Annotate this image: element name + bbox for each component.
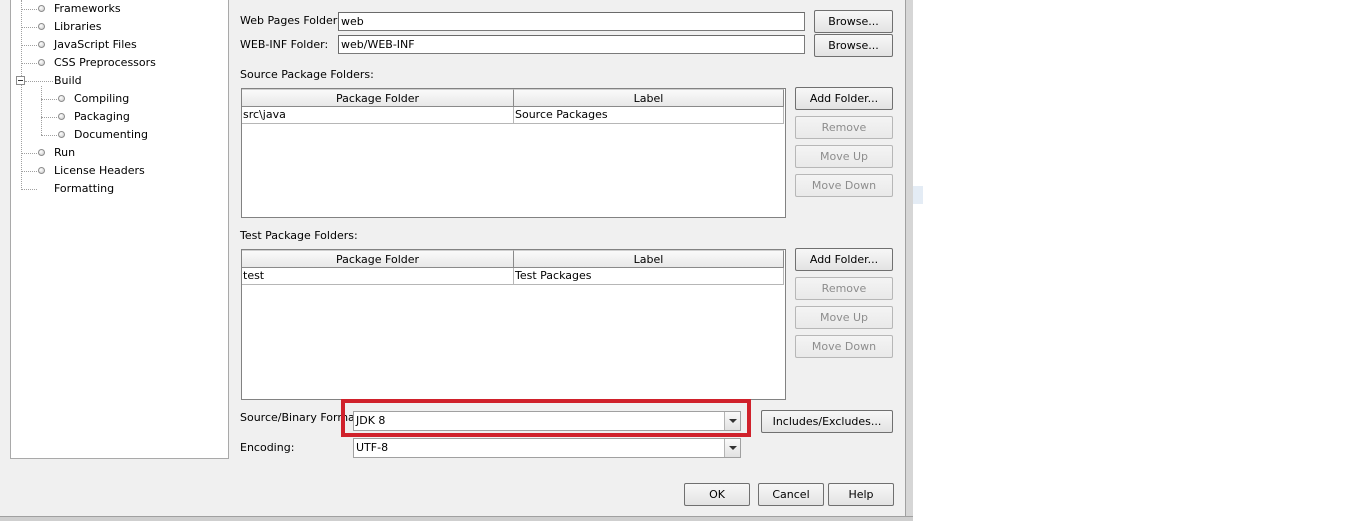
browse-web-inf-button[interactable]: Browse... [814, 34, 893, 57]
collapse-toggle-icon[interactable] [16, 76, 25, 85]
categories-tree[interactable]: Frameworks Libraries JavaScript Files CS… [10, 0, 229, 459]
node-bullet-icon [38, 167, 45, 174]
add-source-folder-button[interactable]: Add Folder... [795, 87, 893, 110]
encoding-value: UTF-8 [356, 441, 389, 454]
test-packages-table[interactable]: Package Folder Label test Test Packages [241, 249, 786, 400]
background-artifact [913, 186, 923, 204]
table-row[interactable]: src\java Source Packages [242, 107, 784, 124]
column-header-label[interactable]: Label [514, 250, 784, 268]
package-folder-cell[interactable]: src\java [242, 107, 514, 124]
tree-connector [21, 9, 37, 10]
label-cell[interactable]: Test Packages [514, 268, 784, 285]
tree-item-label: Formatting [54, 182, 115, 195]
tree-item-label: Documenting [74, 128, 148, 141]
tree-item-label: CSS Preprocessors [54, 56, 156, 69]
tree-item-label: Frameworks [54, 2, 121, 15]
window-frame-bottom [0, 516, 913, 521]
source-packages-table[interactable]: Package Folder Label src\java Source Pac… [241, 88, 786, 218]
table-row[interactable]: test Test Packages [242, 268, 784, 285]
label-cell[interactable]: Source Packages [514, 107, 784, 124]
move-down-source-folder-button[interactable]: Move Down [795, 174, 893, 197]
help-button[interactable]: Help [828, 483, 894, 506]
tree-connector [41, 86, 42, 135]
table-header: Package Folder Label [242, 250, 784, 268]
encoding-select[interactable]: UTF-8 [353, 438, 741, 458]
tree-connector [41, 135, 57, 136]
tree-connector [21, 189, 37, 190]
cancel-button[interactable]: Cancel [758, 483, 824, 506]
column-header-package-folder[interactable]: Package Folder [242, 89, 514, 107]
tree-connector [41, 117, 57, 118]
tree-connector [21, 0, 22, 188]
add-test-folder-button[interactable]: Add Folder... [795, 248, 893, 271]
tree-item-label: Run [54, 146, 76, 159]
test-package-folders-title: Test Package Folders: [240, 229, 358, 242]
node-bullet-icon [38, 23, 45, 30]
tree-connector [21, 45, 37, 46]
encoding-label: Encoding: [240, 441, 295, 454]
package-folder-cell[interactable]: test [242, 268, 514, 285]
source-package-folders-title: Source Package Folders: [240, 68, 374, 81]
remove-test-folder-button[interactable]: Remove [795, 277, 893, 300]
tree-item-label: Packaging [74, 110, 130, 123]
tree-item-label: License Headers [54, 164, 145, 177]
node-bullet-icon [58, 131, 65, 138]
remove-source-folder-button[interactable]: Remove [795, 116, 893, 139]
tree-item-label: JavaScript Files [54, 38, 137, 51]
web-inf-folder-label: WEB-INF Folder: [240, 38, 329, 51]
tree-item-label: Build [54, 74, 82, 87]
move-up-test-folder-button[interactable]: Move Up [795, 306, 893, 329]
dropdown-arrow-icon[interactable] [724, 439, 740, 457]
node-bullet-icon [58, 113, 65, 120]
column-header-package-folder[interactable]: Package Folder [242, 250, 514, 268]
node-bullet-icon [58, 95, 65, 102]
window-frame-right [905, 0, 913, 521]
table-header: Package Folder Label [242, 89, 784, 107]
tree-connector [21, 63, 37, 64]
web-pages-folder-label: Web Pages Folder: [240, 14, 341, 27]
tree-connector [21, 27, 37, 28]
move-down-test-folder-button[interactable]: Move Down [795, 335, 893, 358]
tree-item-label: Compiling [74, 92, 130, 105]
column-header-label[interactable]: Label [514, 89, 784, 107]
tree-connector [21, 153, 37, 154]
includes-excludes-button[interactable]: Includes/Excludes... [761, 410, 893, 433]
node-bullet-icon [38, 5, 45, 12]
node-bullet-icon [38, 41, 45, 48]
node-bullet-icon [38, 59, 45, 66]
node-bullet-icon [38, 149, 45, 156]
tree-connector [25, 81, 53, 82]
project-properties-dialog: Frameworks Libraries JavaScript Files CS… [0, 0, 913, 521]
tree-connector [21, 171, 37, 172]
ok-button[interactable]: OK [684, 483, 750, 506]
web-pages-folder-input[interactable]: web [338, 12, 805, 31]
browse-web-pages-button[interactable]: Browse... [814, 10, 893, 33]
move-up-source-folder-button[interactable]: Move Up [795, 145, 893, 168]
tree-connector [41, 99, 57, 100]
web-inf-folder-input[interactable]: web/WEB-INF [338, 35, 805, 54]
highlight-annotation-box [341, 399, 751, 437]
tree-item-label: Libraries [54, 20, 102, 33]
